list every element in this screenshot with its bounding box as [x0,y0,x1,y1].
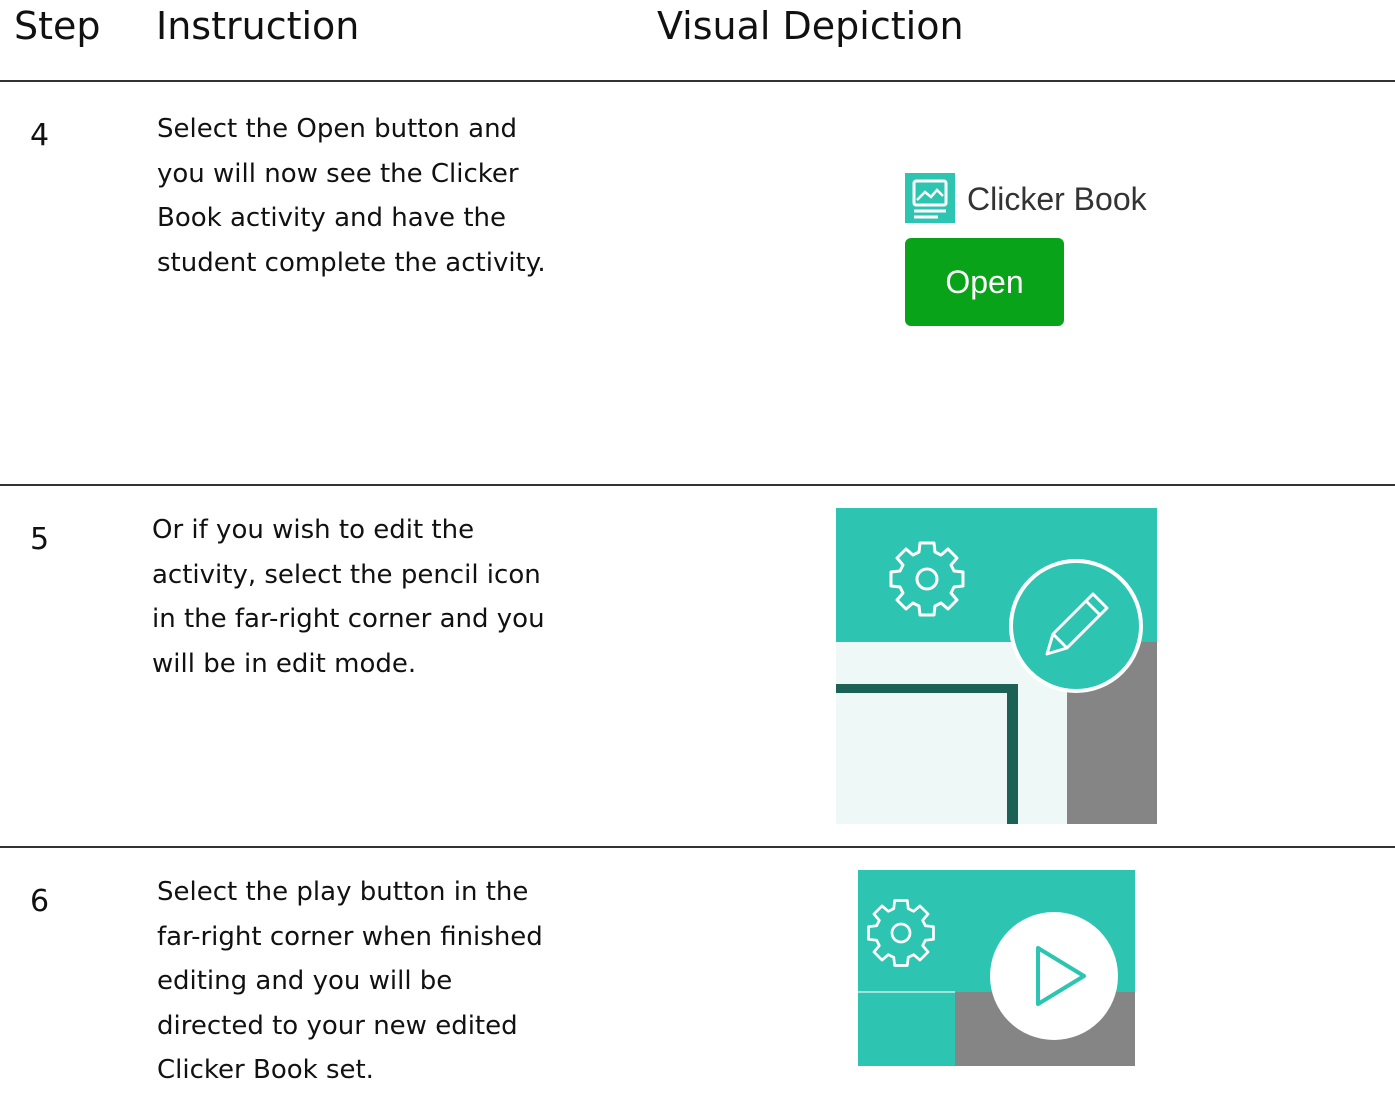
open-button[interactable]: Open [905,238,1064,326]
instruction-line: editing and you will be [157,966,453,996]
table-row: 4 Select the Open button and you will no… [0,82,1395,484]
instruction-line: will be in edit mode. [152,648,417,679]
header-visual-depiction: Visual Depiction [657,4,964,48]
step-number: 5 [30,522,50,557]
header-instruction: Instruction [156,4,360,48]
gear-icon[interactable] [886,538,968,620]
step-number: 4 [30,118,50,153]
activity-title: Clicker Book [967,181,1147,217]
instruction-line: directed to your new edited [157,1010,518,1041]
gear-icon[interactable] [864,896,938,970]
instruction-line: activity, select the pencil icon [152,559,541,590]
play-mode-screenshot [858,870,1135,1066]
instruction-line: Select the play button in the [157,877,529,907]
instruction-line: student complete the activity. [157,247,546,278]
instruction-line: Book activity and have the [157,203,506,233]
table-row: 6 Select the play button in the far-righ… [0,848,1395,1086]
header-step: Step [14,4,101,48]
pencil-edit-button[interactable] [1006,556,1146,696]
instruction-line: you will now see the Clicker [157,158,519,189]
instruction-line: far-right corner when finished [157,921,543,952]
table-row: 5 Or if you wish to edit the activity, s… [0,486,1395,846]
instruction-text: Or if you wish to edit the activity, sel… [152,508,545,686]
edit-mode-screenshot [836,508,1157,824]
step-number: 6 [30,884,50,919]
instruction-line: Or if you wish to edit the [152,515,475,545]
play-button[interactable] [988,910,1120,1042]
instruction-line: Select the Open button and [157,114,518,144]
instruction-line: in the far-right corner and you [152,604,545,634]
instruction-text: Select the play button in the far-right … [157,870,543,1093]
clicker-book-icon [905,173,955,223]
instruction-text: Select the Open button and you will now … [157,107,546,285]
